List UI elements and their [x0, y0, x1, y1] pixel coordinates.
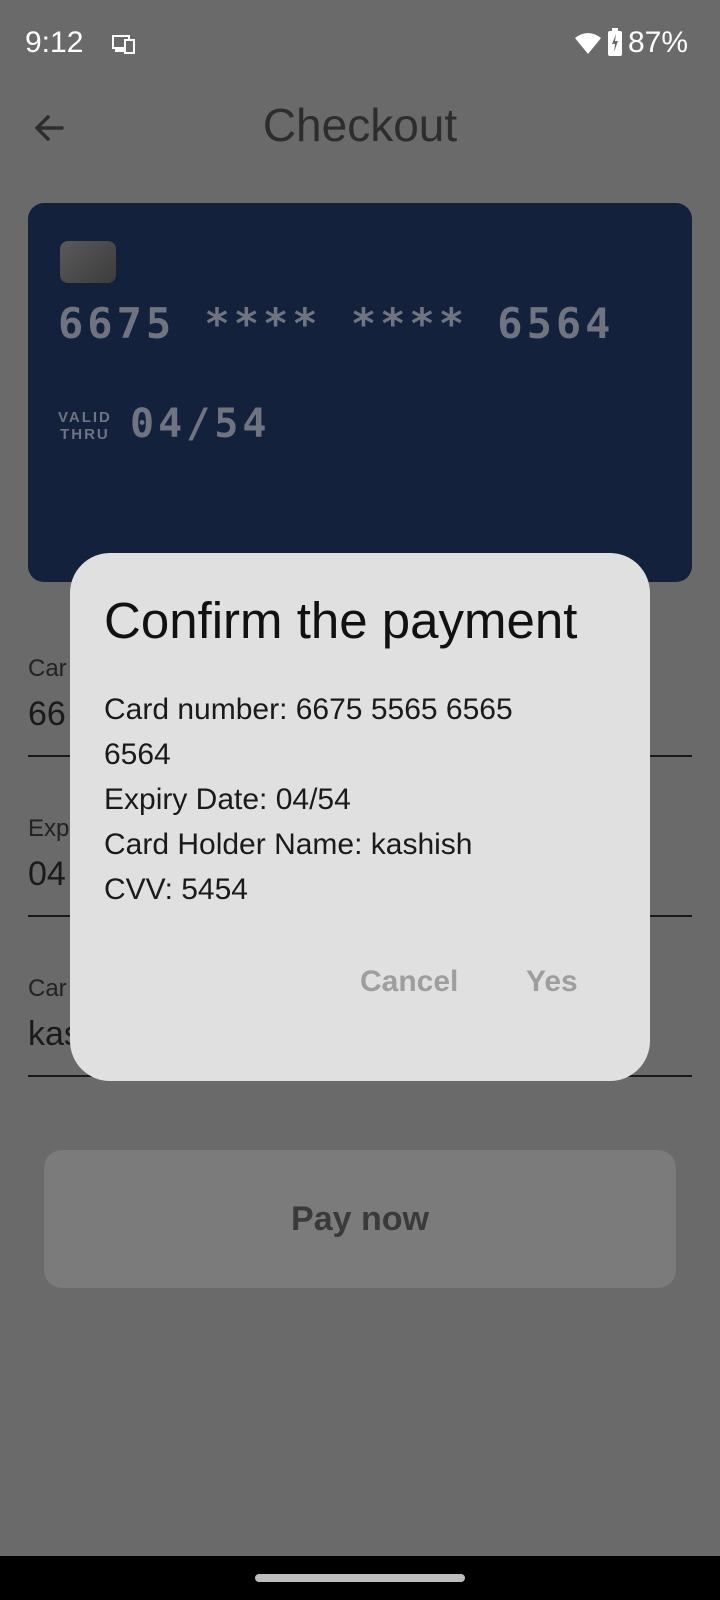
thru-label: THRU [60, 426, 110, 443]
card-number-display: 6675 **** **** 6564 [58, 299, 615, 348]
expiry-field-value[interactable]: 04 [28, 855, 66, 894]
page-title: Checkout [262, 99, 458, 151]
status-bar: 9:12 87% [0, 0, 720, 88]
status-time: 9:12 [25, 26, 84, 59]
card-expiry-display: 04/54 [130, 401, 271, 447]
pay-now-button[interactable]: Pay now [44, 1150, 676, 1288]
expiry-field-label: Exp [28, 815, 70, 842]
card-number-field-value[interactable]: 66 [28, 695, 66, 734]
credit-card-preview: 6675 **** **** 6564 VALID THRU 04/54 [28, 203, 692, 582]
yes-button[interactable]: Yes [526, 965, 578, 999]
cancel-button[interactable]: Cancel [360, 965, 458, 999]
dialog-body: Card number: 6675 5565 6565 6564 Expiry … [104, 687, 574, 912]
dialog-line: Expiry Date: 04/54 [104, 783, 351, 816]
dialog-line: CVV: 5454 [104, 873, 248, 906]
wifi-icon [575, 33, 601, 54]
dialog-line: Card number: 6675 5565 6565 [104, 693, 513, 726]
home-indicator[interactable] [255, 1574, 465, 1582]
dialog-line: 6564 [104, 738, 171, 771]
card-holder-field-label: Car [28, 975, 67, 1002]
dialog-line: Card Holder Name: kashish [104, 828, 473, 861]
battery-icon [608, 28, 622, 56]
confirm-payment-dialog: Confirm the payment Card number: 6675 55… [70, 553, 650, 1081]
dialog-title: Confirm the payment [104, 592, 578, 649]
cast-icon [112, 35, 135, 54]
battery-percentage: 87% [628, 26, 689, 59]
valid-thru-label: VALID THRU [58, 409, 112, 443]
card-chip-icon [60, 241, 116, 283]
valid-label: VALID [58, 409, 112, 426]
pay-now-label: Pay now [291, 1199, 429, 1238]
navigation-bar [0, 1556, 720, 1600]
card-number-field-label: Car [28, 655, 67, 682]
